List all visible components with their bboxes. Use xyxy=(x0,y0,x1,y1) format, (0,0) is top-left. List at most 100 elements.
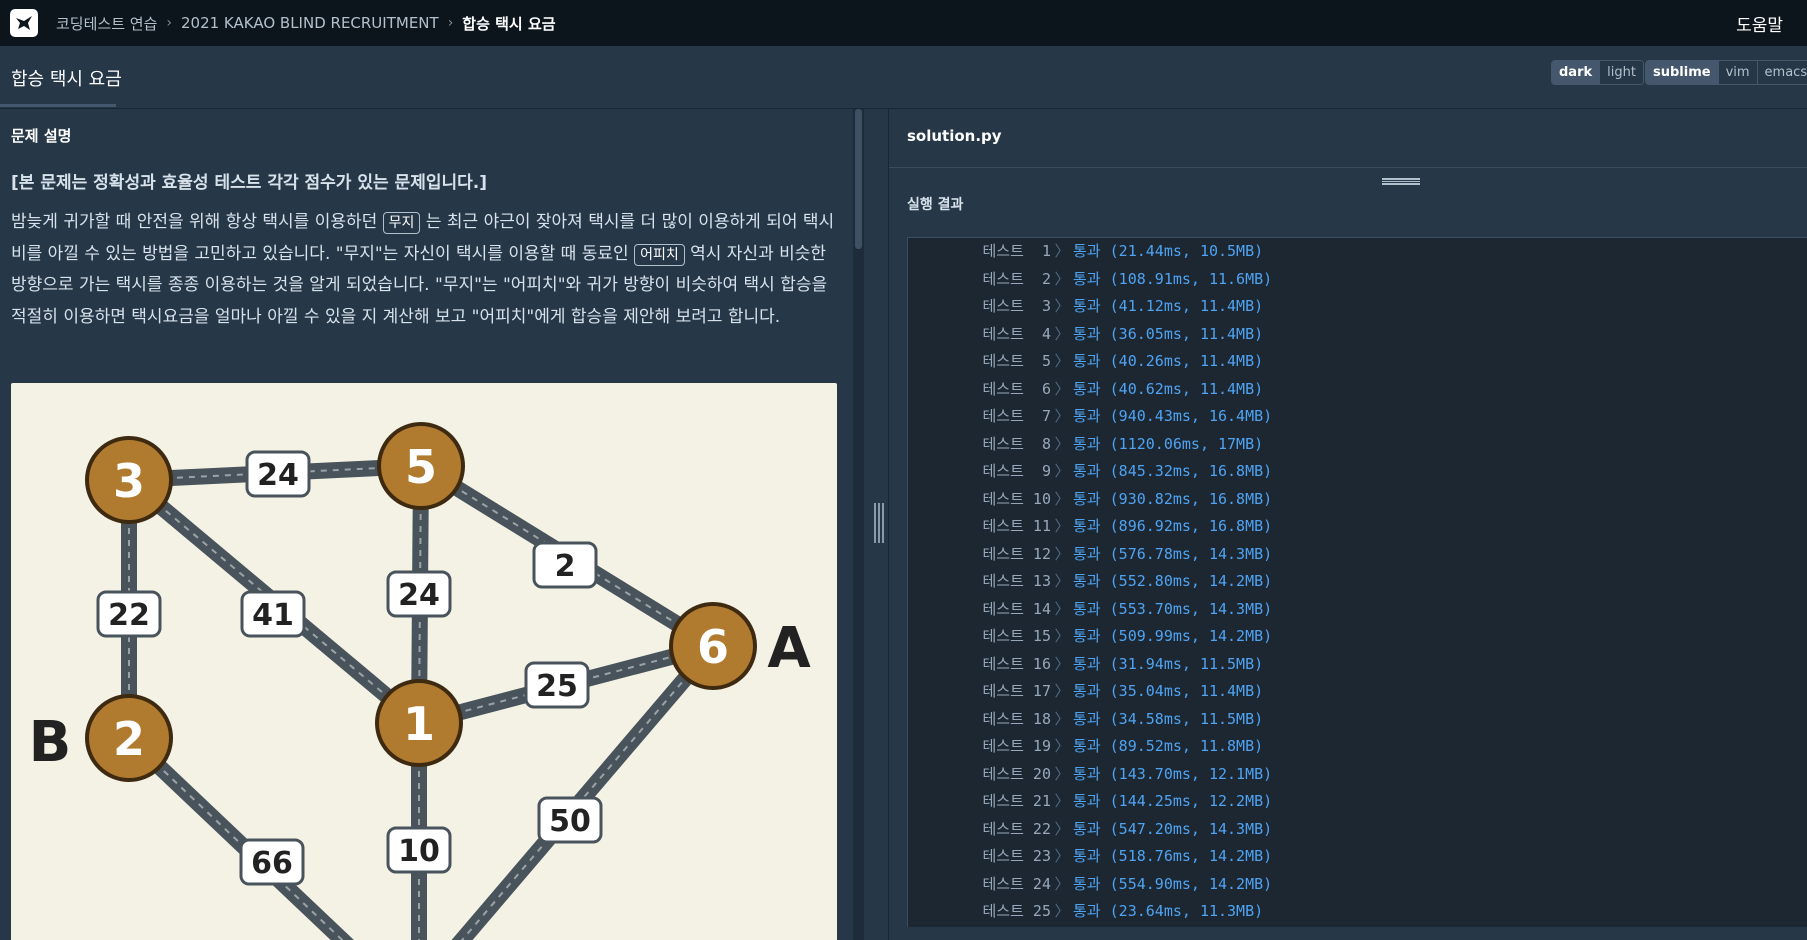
test-name: 테스트 9 xyxy=(982,462,1052,480)
theme-toggle: dark light xyxy=(1551,60,1644,85)
fare-label: 24 xyxy=(257,458,299,493)
test-result-row: 테스트 25 〉 통과 (23.64ms, 11.3MB) xyxy=(908,898,1807,926)
fare-box: 41 xyxy=(240,590,306,638)
test-status: 통과 (40.26ms, 11.4MB) xyxy=(1073,352,1264,370)
theme-dark-button[interactable]: dark xyxy=(1552,61,1600,84)
fare-label: 24 xyxy=(398,578,440,613)
fare-box: 24 xyxy=(245,450,311,498)
test-status: 통과 (845.32ms, 16.8MB) xyxy=(1073,462,1273,480)
keymap-vim-button[interactable]: vim xyxy=(1717,61,1757,84)
programmers-logo-icon[interactable] xyxy=(10,9,38,37)
test-result-row: 테스트 7 〉 통과 (940.43ms, 16.4MB) xyxy=(908,403,1807,431)
chevron-right-icon: › xyxy=(447,15,454,31)
test-status: 통과 (40.62ms, 11.4MB) xyxy=(1073,379,1264,398)
section-heading: 문제 설명 xyxy=(11,127,72,145)
description-text: 밤늦게 귀가할 때 안전을 위해 항상 택시를 이용하던 xyxy=(11,212,383,232)
test-name: 테스트 19 xyxy=(982,737,1052,755)
problem-title-bar: 합승 택시 요금 dark light sublime vim emacs xyxy=(0,46,1807,109)
node-a-label: A xyxy=(767,616,811,681)
test-name: 테스트 23 xyxy=(982,847,1052,865)
chevron-right-icon: 〉 xyxy=(1054,379,1070,398)
test-name: 테스트 7 xyxy=(982,407,1052,425)
results-footer xyxy=(889,927,1807,940)
test-name: 테스트 20 xyxy=(982,764,1052,783)
test-status: 통과 (576.78ms, 14.3MB) xyxy=(1073,544,1273,563)
inline-code: 어피치 xyxy=(634,243,685,266)
test-name: 테스트 18 xyxy=(982,709,1052,728)
help-link[interactable]: 도움말 xyxy=(1736,0,1783,46)
test-result-row: 테스트 11 〉 통과 (896.92ms, 16.8MB) xyxy=(908,513,1807,541)
fare-label: 2 xyxy=(555,549,576,584)
node-label: 3 xyxy=(113,454,145,508)
chevron-right-icon: 〉 xyxy=(1054,517,1070,535)
test-name: 테스트 13 xyxy=(982,572,1052,590)
test-name: 테스트 21 xyxy=(982,792,1052,810)
chevron-right-icon: 〉 xyxy=(1054,847,1070,865)
problem-description: 문제 설명 [본 문제는 정확성과 효율성 테스트 각각 점수가 있는 문제입니… xyxy=(0,109,852,940)
test-name: 테스트 14 xyxy=(982,599,1052,618)
test-status: 통과 (143.70ms, 12.1MB) xyxy=(1073,764,1273,783)
chevron-right-icon: 〉 xyxy=(1054,599,1070,618)
test-result-row: 테스트 3 〉 통과 (41.12ms, 11.4MB) xyxy=(908,293,1807,321)
fare-label: 50 xyxy=(549,804,591,839)
chevron-right-icon: 〉 xyxy=(1054,242,1070,260)
chevron-right-icon: 〉 xyxy=(1054,682,1070,700)
test-status: 통과 (31.94ms, 11.5MB) xyxy=(1073,654,1264,673)
chevron-right-icon: 〉 xyxy=(1054,407,1070,425)
taxi-graph: 24 22 41 24 2 25 50 10 66 3 5 6 2 1 A B xyxy=(29,422,811,940)
keymap-emacs-button[interactable]: emacs xyxy=(1756,61,1807,84)
test-status: 통과 (41.12ms, 11.4MB) xyxy=(1073,297,1264,315)
fare-label: 66 xyxy=(251,846,293,881)
test-status: 통과 (35.04ms, 11.4MB) xyxy=(1073,682,1264,700)
node-label: 6 xyxy=(697,620,729,674)
test-result-row: 테스트 5 〉 통과 (40.26ms, 11.4MB) xyxy=(908,348,1807,376)
page-title: 합승 택시 요금 xyxy=(11,69,122,90)
panel-resize-grip-icon[interactable] xyxy=(1382,178,1420,185)
fare-box: 50 xyxy=(537,796,603,844)
test-status: 통과 (518.76ms, 14.2MB) xyxy=(1073,847,1273,865)
fare-box: 10 xyxy=(386,826,452,874)
test-result-row: 테스트 1 〉 통과 (21.44ms, 10.5MB) xyxy=(908,238,1807,266)
test-name: 테스트 6 xyxy=(982,379,1052,398)
chevron-right-icon: 〉 xyxy=(1054,874,1070,893)
keymap-sublime-button[interactable]: sublime xyxy=(1646,61,1718,84)
chevron-right-icon: 〉 xyxy=(1054,764,1070,783)
node-b-label: B xyxy=(29,710,72,775)
breadcrumb-collection[interactable]: 2021 KAKAO BLIND RECRUITMENT xyxy=(181,14,439,32)
test-status: 통과 (554.90ms, 14.2MB) xyxy=(1073,874,1273,893)
test-result-row: 테스트 18 〉 통과 (34.58ms, 11.5MB) xyxy=(908,706,1807,734)
fare-box: 24 xyxy=(386,570,452,618)
title-tab-indicator xyxy=(0,104,116,107)
chevron-right-icon: 〉 xyxy=(1054,462,1070,480)
test-name: 테스트 22 xyxy=(982,819,1052,838)
theme-light-button[interactable]: light xyxy=(1599,61,1643,84)
fare-label: 41 xyxy=(252,598,294,633)
graph-node: 5 xyxy=(377,422,465,510)
test-name: 테스트 3 xyxy=(982,297,1052,315)
breadcrumb-current: 합승 택시 요금 xyxy=(462,14,556,33)
test-result-row: 테스트 21 〉 통과 (144.25ms, 12.2MB) xyxy=(908,788,1807,816)
test-result-row: 테스트 20 〉 통과 (143.70ms, 12.1MB) xyxy=(908,761,1807,789)
chevron-right-icon: 〉 xyxy=(1054,709,1070,728)
test-results-list: 테스트 1 〉 통과 (21.44ms, 10.5MB) 테스트 2 〉 통과 (108.… xyxy=(907,237,1807,928)
breadcrumb-category[interactable]: 코딩테스트 연습 xyxy=(56,13,157,34)
description-scrollbar-thumb[interactable] xyxy=(855,109,862,249)
test-result-row: 테스트 19 〉 통과 (89.52ms, 11.8MB) xyxy=(908,733,1807,761)
chevron-right-icon: 〉 xyxy=(1054,544,1070,563)
chevron-right-icon: 〉 xyxy=(1054,902,1070,920)
resize-handle-icon[interactable] xyxy=(874,503,884,543)
test-result-row: 테스트 2 〉 통과 (108.91ms, 11.6MB) xyxy=(908,266,1807,294)
editor-filename-tab[interactable]: solution.py xyxy=(907,127,1002,145)
test-status: 통과 (36.05ms, 11.4MB) xyxy=(1073,324,1264,343)
chevron-right-icon: 〉 xyxy=(1054,819,1070,838)
graph-node: 2 xyxy=(85,694,173,782)
test-result-row: 테스트 9 〉 통과 (845.32ms, 16.8MB) xyxy=(908,458,1807,486)
test-status: 통과 (89.52ms, 11.8MB) xyxy=(1073,737,1264,755)
test-name: 테스트 1 xyxy=(982,242,1052,260)
test-result-row: 테스트 23 〉 통과 (518.76ms, 14.2MB) xyxy=(908,843,1807,871)
editor-tab-bar: solution.py xyxy=(889,109,1807,168)
test-result-row: 테스트 4 〉 통과 (36.05ms, 11.4MB) xyxy=(908,321,1807,349)
test-name: 테스트 15 xyxy=(982,627,1052,645)
node-label: 1 xyxy=(403,697,435,751)
chevron-right-icon: 〉 xyxy=(1054,572,1070,590)
